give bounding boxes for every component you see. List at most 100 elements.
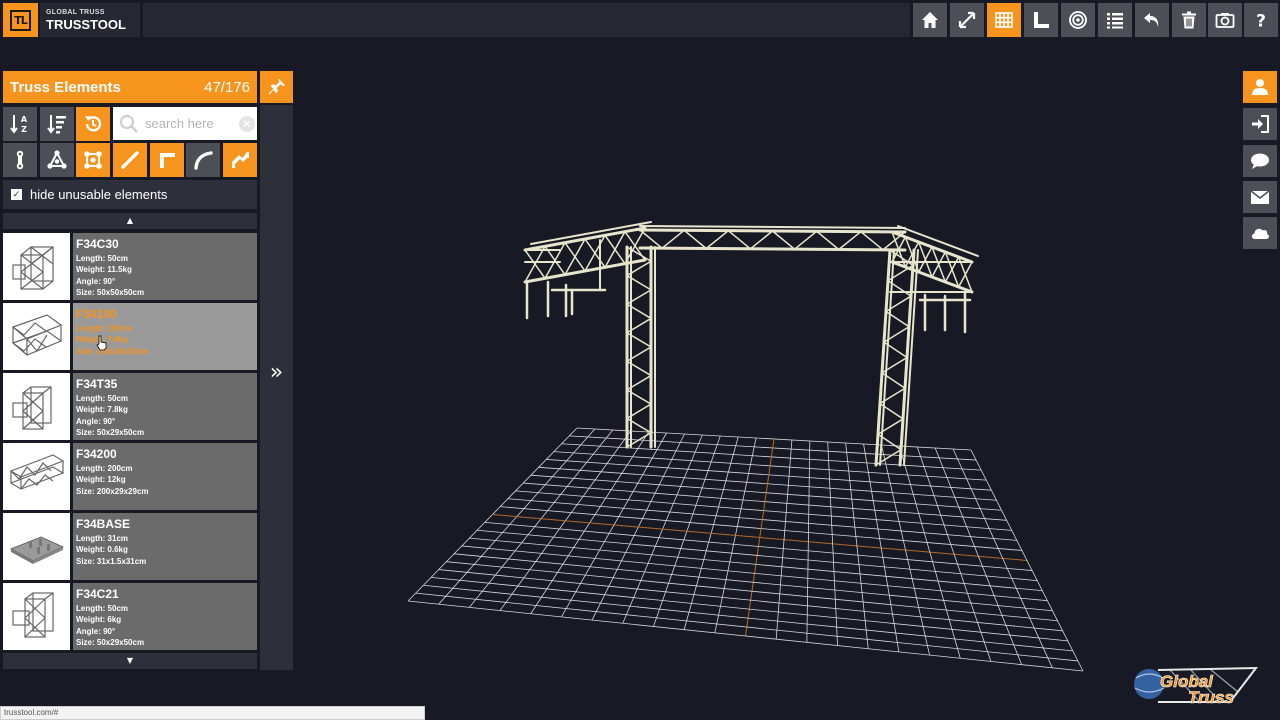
search-icon [119, 114, 138, 133]
grid-line [484, 521, 1033, 571]
svg-text:A: A [21, 115, 28, 124]
element-weight: Weight: 6kg [76, 615, 122, 625]
undo-button[interactable] [1135, 3, 1169, 37]
clear-search-icon[interactable]: × [239, 115, 255, 132]
truss-tube [638, 246, 907, 252]
element-size: Size: 50x29x50cm [76, 427, 145, 437]
truss-tube [931, 251, 947, 278]
scroll-up-button[interactable]: ▲ [3, 213, 257, 229]
truss-tube [624, 227, 646, 265]
hide-unusable-toggle[interactable]: ✓ hide unusable elements [3, 180, 257, 209]
target-button[interactable] [1061, 3, 1095, 37]
element-item-f34200[interactable]: F34200 Length: 200cm Weight: 12kg Size: … [3, 443, 257, 510]
truss-tube [530, 221, 652, 245]
grid-line [423, 584, 1073, 652]
connector-icon [16, 150, 24, 170]
truss-tube [661, 229, 685, 249]
element-length: Length: 200cm [76, 464, 133, 473]
panel-title: Truss Elements [10, 78, 121, 96]
collapse-panel-icon[interactable]: » [260, 360, 293, 385]
truss-tube [917, 246, 933, 273]
app-logo[interactable]: TL [3, 3, 38, 37]
sort-size-button[interactable] [40, 107, 74, 141]
svg-text:?: ? [1256, 12, 1266, 31]
scroll-down-button[interactable]: ▼ [3, 653, 257, 669]
brand: GLOBAL TRUSS TRUSSTOOL [40, 3, 140, 37]
home-button[interactable] [913, 3, 947, 37]
fullscreen-button[interactable] [950, 3, 984, 37]
element-weight: Weight: 7.8kg [76, 405, 128, 415]
truss-tube [860, 230, 884, 251]
truss-tube [815, 230, 840, 251]
help-button[interactable]: ? [1244, 3, 1278, 37]
ruler-button[interactable] [1024, 3, 1058, 37]
filter-corner-button[interactable] [150, 143, 184, 177]
filter-curve-button[interactable] [186, 143, 220, 177]
filter-square-button[interactable] [76, 143, 110, 177]
element-name: F34100 [76, 307, 117, 321]
element-item-f34base[interactable]: F34BASE Length: 31cm Weight: 0.6kg Size:… [3, 513, 257, 580]
global-truss-watermark: Global Truss [1134, 666, 1259, 707]
filter-straight-button[interactable] [113, 143, 147, 177]
list-button[interactable] [1098, 3, 1132, 37]
search-input[interactable] [145, 116, 237, 131]
collapse-strip[interactable]: » [260, 105, 293, 670]
3d-viewport[interactable] [300, 40, 1280, 720]
element-name: F34T35 [76, 377, 118, 391]
element-item-f34t35[interactable]: F34T35 Length: 50cm Weight: 7.8kg Angle:… [3, 373, 257, 440]
truss-tube [727, 229, 752, 250]
grid-icon [995, 12, 1013, 28]
undo-icon [1144, 13, 1159, 27]
sort-alpha-button[interactable]: AZ [3, 107, 37, 141]
base-plate-image [9, 535, 64, 564]
delete-button[interactable] [1172, 3, 1206, 37]
element-count: 47/176 [204, 78, 250, 96]
brand-name: TRUSSTOOL [46, 17, 126, 32]
element-thumbnail [3, 443, 70, 510]
filter-triangle-button[interactable] [40, 143, 74, 177]
straight-icon [121, 151, 139, 169]
element-list: F34C30 Length: 50cm Weight: 11.5kg Angle… [3, 233, 257, 653]
long-truss-image [9, 453, 64, 490]
element-thumbnail [3, 513, 70, 580]
home-icon [922, 12, 938, 28]
sort-alpha-icon: AZ [10, 115, 28, 134]
straight-truss-image [11, 313, 62, 356]
panel-header: Truss Elements 47/176 [3, 71, 257, 103]
element-angle: Angle: 90° [76, 626, 116, 636]
element-size: Size: 50x29x50cm [76, 637, 145, 647]
brand-small-text: GLOBAL TRUSS [46, 9, 105, 16]
element-info: F34C30 Length: 50cm Weight: 11.5kg Angle… [73, 233, 257, 300]
search-box[interactable]: × [113, 107, 257, 140]
project-title-field[interactable] [143, 3, 910, 37]
logo-mark: TL [10, 9, 31, 31]
element-name: F34BASE [76, 517, 131, 531]
fullscreen-icon [958, 11, 976, 29]
list-icon [1107, 13, 1123, 29]
filter-connector-button[interactable] [3, 143, 37, 177]
element-weight: Weight: 0.6kg [76, 545, 128, 555]
element-item-f34100[interactable]: F34100 Length: 100cm Weight: 7.4kg Size:… [3, 303, 257, 370]
reset-sort-button[interactable] [76, 107, 110, 141]
element-length: Length: 50cm [76, 604, 129, 613]
watermark-text-2: Truss [1188, 688, 1234, 707]
truss-tube [838, 230, 862, 251]
element-length: Length: 100cm [76, 324, 133, 333]
truss-tube [544, 241, 566, 280]
filter-special-button[interactable] [223, 143, 257, 177]
grid-line [407, 600, 1084, 672]
truss-tube [584, 234, 606, 272]
square-truss-icon [84, 151, 102, 169]
pin-panel-button[interactable] [260, 71, 293, 103]
grid-button[interactable] [987, 3, 1021, 37]
hide-unusable-checkbox[interactable]: ✓ [11, 189, 22, 200]
truss-tube [897, 225, 979, 257]
corner-truss-image [11, 591, 54, 638]
target-icon [1069, 11, 1087, 29]
element-item-f34c21[interactable]: F34C21 Length: 50cm Weight: 6kg Angle: 9… [3, 583, 257, 650]
camera-icon [1215, 13, 1235, 28]
element-item-f34c30[interactable]: F34C30 Length: 50cm Weight: 11.5kg Angle… [3, 233, 257, 300]
grid-line [431, 577, 1068, 642]
screenshot-button[interactable] [1208, 3, 1242, 37]
grid-line [970, 449, 1084, 672]
